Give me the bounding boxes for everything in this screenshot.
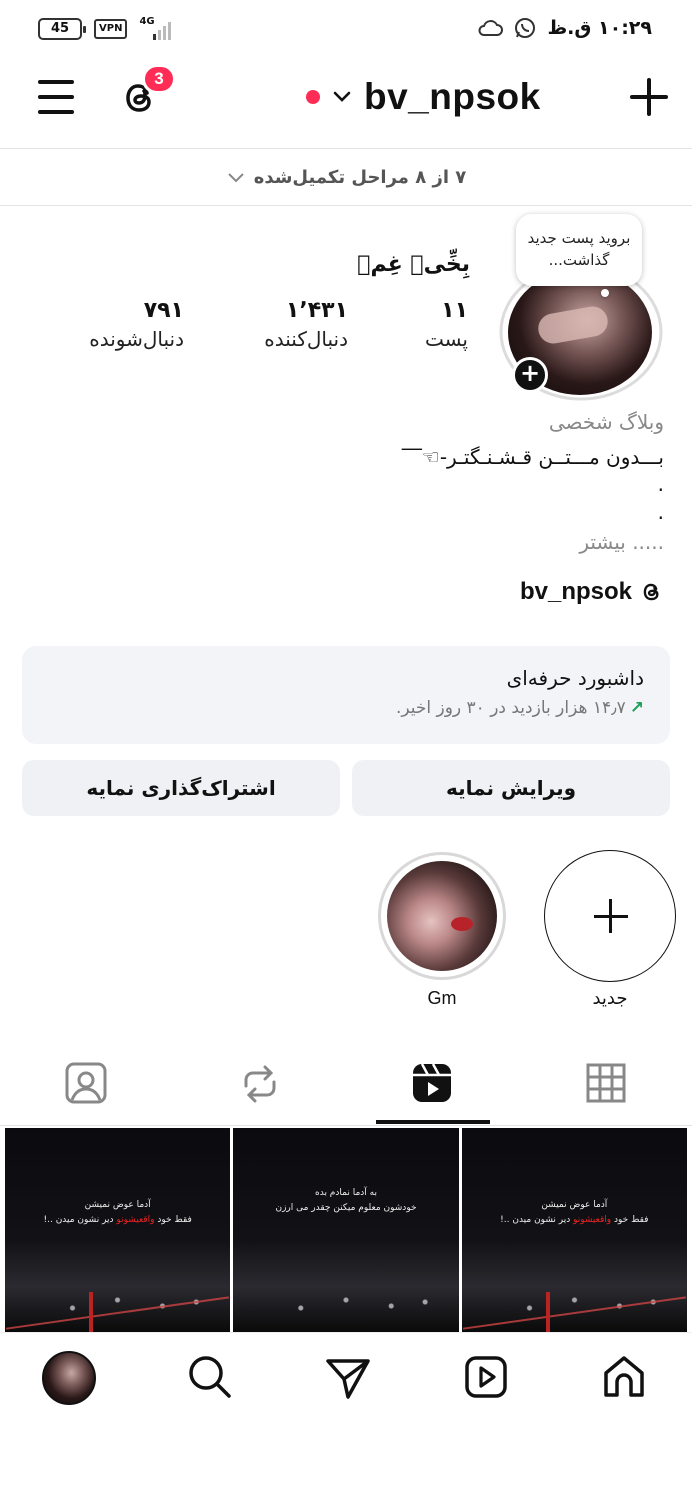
home-icon[interactable] (598, 1351, 650, 1403)
highlight-gm[interactable] (378, 852, 506, 980)
reels-nav-icon[interactable] (460, 1351, 512, 1403)
profile-setup-progress[interactable]: ۷ از ۸ مراحل تکمیل‌شده (0, 148, 692, 206)
bio-text: بـــدون مـــتــن قـشـنـگتـر-☜‾‾ (401, 445, 664, 469)
chevron-down-icon (227, 173, 244, 183)
search-icon[interactable] (184, 1351, 236, 1403)
status-bar: 45 VPN 4G ۱۰:۲۹ ق.ظ (0, 0, 692, 60)
note-bubble[interactable]: بروید پست جدید گذاشت... (516, 214, 642, 286)
following-count: ۷۹۱ (143, 298, 184, 323)
post-caption: به آدما نمادم بده خودشون معلوم میکنن چقد… (275, 1188, 417, 1213)
bottom-navigation (0, 1332, 692, 1422)
following-label: دنبال‌شونده (89, 327, 184, 351)
dashboard-title: داشبورد حرفه‌ای (506, 666, 644, 690)
profile-tabs (0, 1046, 692, 1126)
account-switcher[interactable]: bv_npsok (306, 76, 541, 118)
new-activity-dot (306, 90, 320, 104)
battery-indicator: 45 (38, 18, 86, 40)
create-plus-icon[interactable] (630, 78, 668, 116)
vpn-indicator: VPN (94, 19, 128, 39)
add-story-button[interactable]: + (512, 357, 548, 393)
highlight-label: جدید (592, 988, 628, 1009)
dashboard-stat: ۱۴٫۷ هزار بازدید در ۳۰ روز اخیر. (395, 698, 626, 718)
send-icon[interactable] (322, 1351, 374, 1403)
stat-posts[interactable]: ۱۱ پست (425, 298, 468, 351)
stat-followers[interactable]: ۱٬۴۳۱ دنبال‌کننده (264, 298, 348, 351)
display-name: بِخِّیٖ غِمٖ (357, 252, 470, 277)
bio-line: . (657, 472, 664, 496)
clock: ۱۰:۲۹ ق.ظ (547, 17, 652, 39)
highlight-label: Gm (427, 988, 457, 1008)
signal-icon: 4G (139, 16, 175, 40)
post-caption: آدما عوض نمیشن فقط خود واقعیشونو دیر نشو… (500, 1200, 649, 1225)
active-tab-indicator (376, 1120, 490, 1124)
trend-up-icon: ↗ (629, 698, 644, 718)
reels-icon[interactable] (402, 1060, 462, 1108)
post-caption: آدما عوض نمیشن فقط خود واقعیشونو دیر نشو… (43, 1200, 192, 1225)
nav-profile-avatar[interactable] (42, 1351, 96, 1405)
posts-label: پست (424, 327, 468, 351)
profile-category: وبلاگ شخصی (548, 410, 664, 434)
bio-more-link[interactable]: ..... بیشتر (579, 530, 664, 554)
followers-label: دنبال‌کننده (264, 327, 348, 351)
new-highlight-button[interactable] (544, 850, 676, 982)
stat-following[interactable]: ۷۹۱ دنبال‌شونده (89, 298, 184, 351)
chevron-down-icon (333, 91, 351, 102)
grid-post[interactable]: آدما عوض نمیشن فقط خود واقعیشونو دیر نشو… (5, 1128, 231, 1332)
professional-dashboard[interactable]: داشبورد حرفه‌ای ↗ ۱۴٫۷ هزار بازدید در ۳۰… (22, 646, 670, 744)
setup-steps-label: ۷ از ۸ مراحل تکمیل‌شده (253, 166, 467, 188)
grid-post[interactable]: آدما عوض نمیشن فقط خود واقعیشونو دیر نشو… (461, 1128, 687, 1332)
share-profile-button[interactable]: اشتراک‌گذاری نمایه (22, 760, 340, 816)
tagged-icon[interactable] (56, 1060, 116, 1108)
whatsapp-icon (515, 18, 536, 38)
repost-icon[interactable] (230, 1060, 290, 1108)
edit-profile-button[interactable]: ویرایش نمایه (352, 760, 670, 816)
threads-username: bv_npsok (519, 578, 632, 605)
grid-icon[interactable] (576, 1060, 636, 1108)
network-type: 4G (139, 16, 155, 27)
followers-count: ۱٬۴۳۱ (285, 298, 348, 323)
threads-icon (643, 583, 659, 601)
bio-line: . (657, 500, 664, 524)
posts-count: ۱۱ (441, 298, 468, 323)
cloud-icon (478, 20, 504, 36)
profile-header: 3 bv_npsok (0, 62, 692, 138)
threads-profile-link[interactable]: bv_npsok (520, 578, 664, 606)
notification-badge: 3 (142, 64, 176, 94)
posts-grid: آدما عوض نمیشن فقط خود واقعیشونو دیر نشو… (0, 1128, 692, 1332)
note-bubble-tail (601, 289, 609, 297)
grid-post[interactable]: به آدما نمادم بده خودشون معلوم میکنن چقد… (233, 1128, 459, 1332)
page-title: bv_npsok (364, 76, 541, 117)
menu-icon[interactable] (38, 80, 74, 114)
